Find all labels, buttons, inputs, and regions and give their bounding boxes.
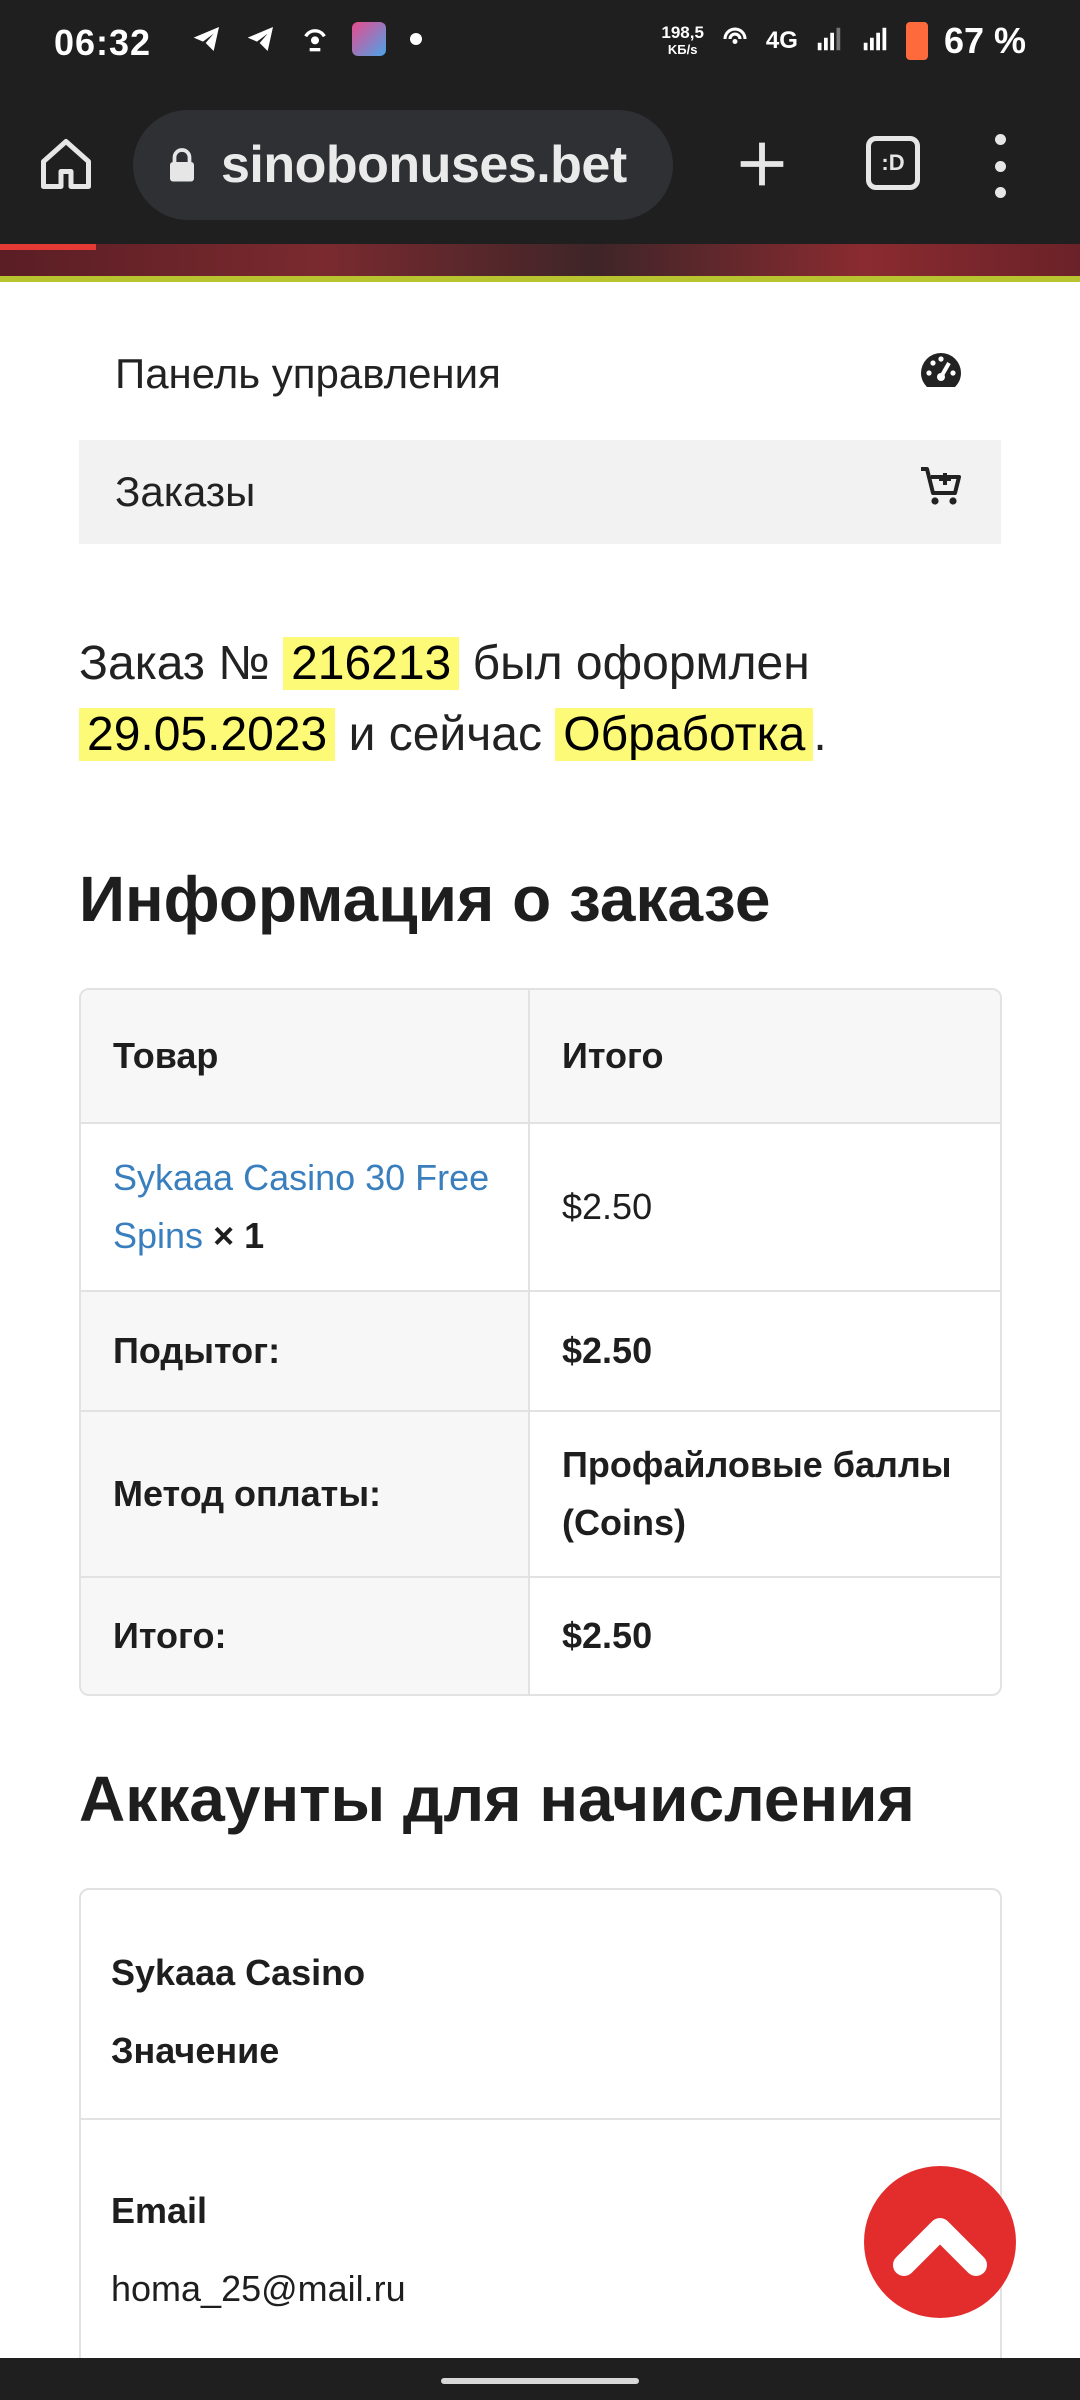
overflow-menu-icon[interactable] <box>990 134 1010 198</box>
product-cell: Sykaaa Casino 30 Free Spins × 1 <box>81 1124 530 1290</box>
order-status-notice: Заказ № 216213 был оформлен 29.05.2023 и… <box>79 628 1009 770</box>
product-price: $2.50 <box>562 1186 653 1227</box>
battery-percent: 67 % <box>943 20 1026 61</box>
site-header-banner <box>0 244 1080 280</box>
scroll-to-top-button[interactable] <box>864 2166 1016 2318</box>
nav-item-orders[interactable]: Заказы <box>79 440 1001 544</box>
notice-text: и сейчас <box>348 708 542 761</box>
home-icon[interactable] <box>36 134 96 194</box>
status-bar: 06:32 198,5 KБ/s 4G 67 % <box>0 0 1080 88</box>
table-row-subtotal: Подытог: $2.50 <box>81 1290 1000 1410</box>
speed-unit: KБ/s <box>667 42 698 57</box>
telegram-icon <box>190 22 224 56</box>
new-tab-icon[interactable] <box>730 132 794 196</box>
email-label: Email <box>111 2190 208 2231</box>
order-number: 216213 <box>283 637 460 690</box>
table-row-total: Итого: $2.50 <box>81 1576 1000 1694</box>
address-bar[interactable]: sinobonuses.bet <box>133 110 673 220</box>
order-details-table: Товар Итого Sykaaa Casino 30 Free Spins … <box>79 988 1002 1696</box>
table-row-payment: Метод оплаты: Профайловые баллы (Coins) <box>81 1410 1000 1576</box>
column-header-product: Товар <box>81 990 530 1122</box>
order-status: Обработка <box>555 708 814 761</box>
table-header-row: Товар Итого <box>81 990 1000 1122</box>
total-label: Итого: <box>81 1578 530 1694</box>
url-text: sinobonuses.bet <box>221 136 627 194</box>
notice-text: Заказ № <box>79 637 270 690</box>
accounts-heading: Аккаунты для начисления <box>79 1763 915 1835</box>
telegram-icon <box>244 22 278 56</box>
tab-switcher-button[interactable]: :D <box>866 136 920 190</box>
signal-icon <box>860 24 890 59</box>
wifi-calling-icon <box>720 24 750 59</box>
column-header-total: Итого <box>562 1035 664 1076</box>
accounts-table: Sykaaa Casino Значение Email homa_25@mai… <box>79 1888 1002 2400</box>
product-link[interactable]: Sykaaa Casino 30 Free Spins <box>113 1157 489 1256</box>
nav-item-label: Заказы <box>115 468 256 515</box>
value-label: Значение <box>111 2030 280 2071</box>
hotspot-icon <box>298 22 332 56</box>
gesture-handle[interactable] <box>441 2378 639 2384</box>
dashboard-gauge-icon <box>917 345 965 403</box>
notification-icons <box>190 22 422 56</box>
speed-value: 198,5 <box>661 23 704 42</box>
page-load-progress <box>0 244 96 250</box>
network-type: 4G <box>765 27 798 54</box>
browser-toolbar: sinobonuses.bet :D <box>0 88 1080 244</box>
email-value: homa_25@mail.ru <box>111 2268 406 2309</box>
payment-method-value: Профайловые баллы (Coins) <box>562 1444 952 1543</box>
product-quantity: × 1 <box>213 1215 265 1256</box>
total-value: $2.50 <box>562 1615 653 1656</box>
payment-method-label: Метод оплаты: <box>81 1412 530 1576</box>
subtotal-label: Подытог: <box>81 1292 530 1410</box>
order-date: 29.05.2023 <box>79 708 336 761</box>
cart-icon <box>917 463 965 521</box>
app-notification-icon <box>352 22 386 56</box>
nav-item-dashboard[interactable]: Панель управления <box>79 322 1001 426</box>
subtotal-value: $2.50 <box>562 1330 653 1371</box>
signal-icon <box>814 24 844 59</box>
system-icons: 198,5 KБ/s 4G 67 % <box>661 20 1026 62</box>
network-speed: 198,5 KБ/s <box>661 24 704 58</box>
more-notifications-dot <box>410 33 422 45</box>
order-info-heading: Информация о заказе <box>79 863 771 935</box>
status-time: 06:32 <box>54 22 152 63</box>
table-row-item: Sykaaa Casino 30 Free Spins × 1 $2.50 <box>81 1122 1000 1290</box>
battery-icon <box>905 22 928 60</box>
accounts-email-row: Email homa_25@mail.ru <box>81 2120 1000 2328</box>
accounts-header-row: Sykaaa Casino Значение <box>81 1890 1000 2120</box>
notice-text: был оформлен <box>472 637 810 690</box>
notice-text: . <box>813 708 827 761</box>
chevron-up-icon <box>893 2218 987 2276</box>
lock-icon <box>167 147 197 183</box>
nav-item-label: Панель управления <box>115 350 501 397</box>
casino-name: Sykaaa Casino <box>111 1952 366 1993</box>
